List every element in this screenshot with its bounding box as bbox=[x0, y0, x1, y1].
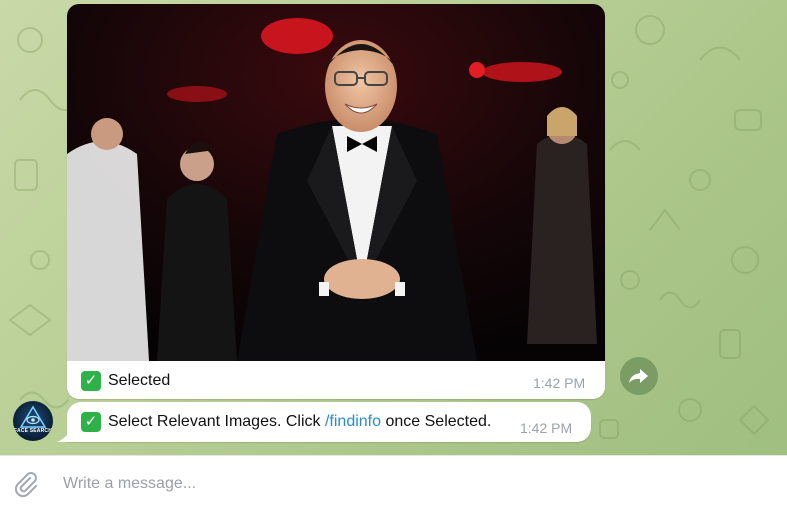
findinfo-command-link[interactable]: /findinfo bbox=[325, 413, 381, 430]
chat-area: ✓ Selected 1:42 PM FACE SEARCH ✓ Select … bbox=[0, 0, 787, 455]
avatar-label: FACE SEARCH bbox=[13, 428, 53, 434]
message-text: Select Relevant Images. Click /findinfo … bbox=[108, 413, 492, 430]
sender-avatar[interactable]: FACE SEARCH bbox=[13, 401, 53, 441]
photo-message-bubble[interactable]: ✓ Selected 1:42 PM bbox=[67, 4, 605, 399]
message-time: 1:42 PM bbox=[533, 375, 586, 391]
message-time: 1:42 PM bbox=[520, 420, 573, 436]
paperclip-icon[interactable] bbox=[12, 471, 40, 499]
message-composer bbox=[0, 455, 787, 510]
forward-button[interactable] bbox=[620, 357, 658, 395]
text-message-bubble[interactable]: ✓ Select Relevant Images. Click /findinf… bbox=[67, 402, 591, 442]
photo-of-man-in-tuxedo-at-event[interactable] bbox=[67, 4, 605, 361]
photo-caption: ✓ Selected bbox=[81, 368, 170, 394]
message-content: ✓ Select Relevant Images. Click /findinf… bbox=[81, 410, 491, 434]
message-input[interactable] bbox=[63, 470, 743, 498]
check-mark-button-emoji: ✓ bbox=[81, 371, 101, 391]
forward-arrow-icon bbox=[629, 369, 648, 383]
check-mark-button-emoji: ✓ bbox=[81, 412, 101, 432]
caption-text: Selected bbox=[108, 372, 171, 389]
eye-pyramid-icon bbox=[19, 405, 47, 428]
